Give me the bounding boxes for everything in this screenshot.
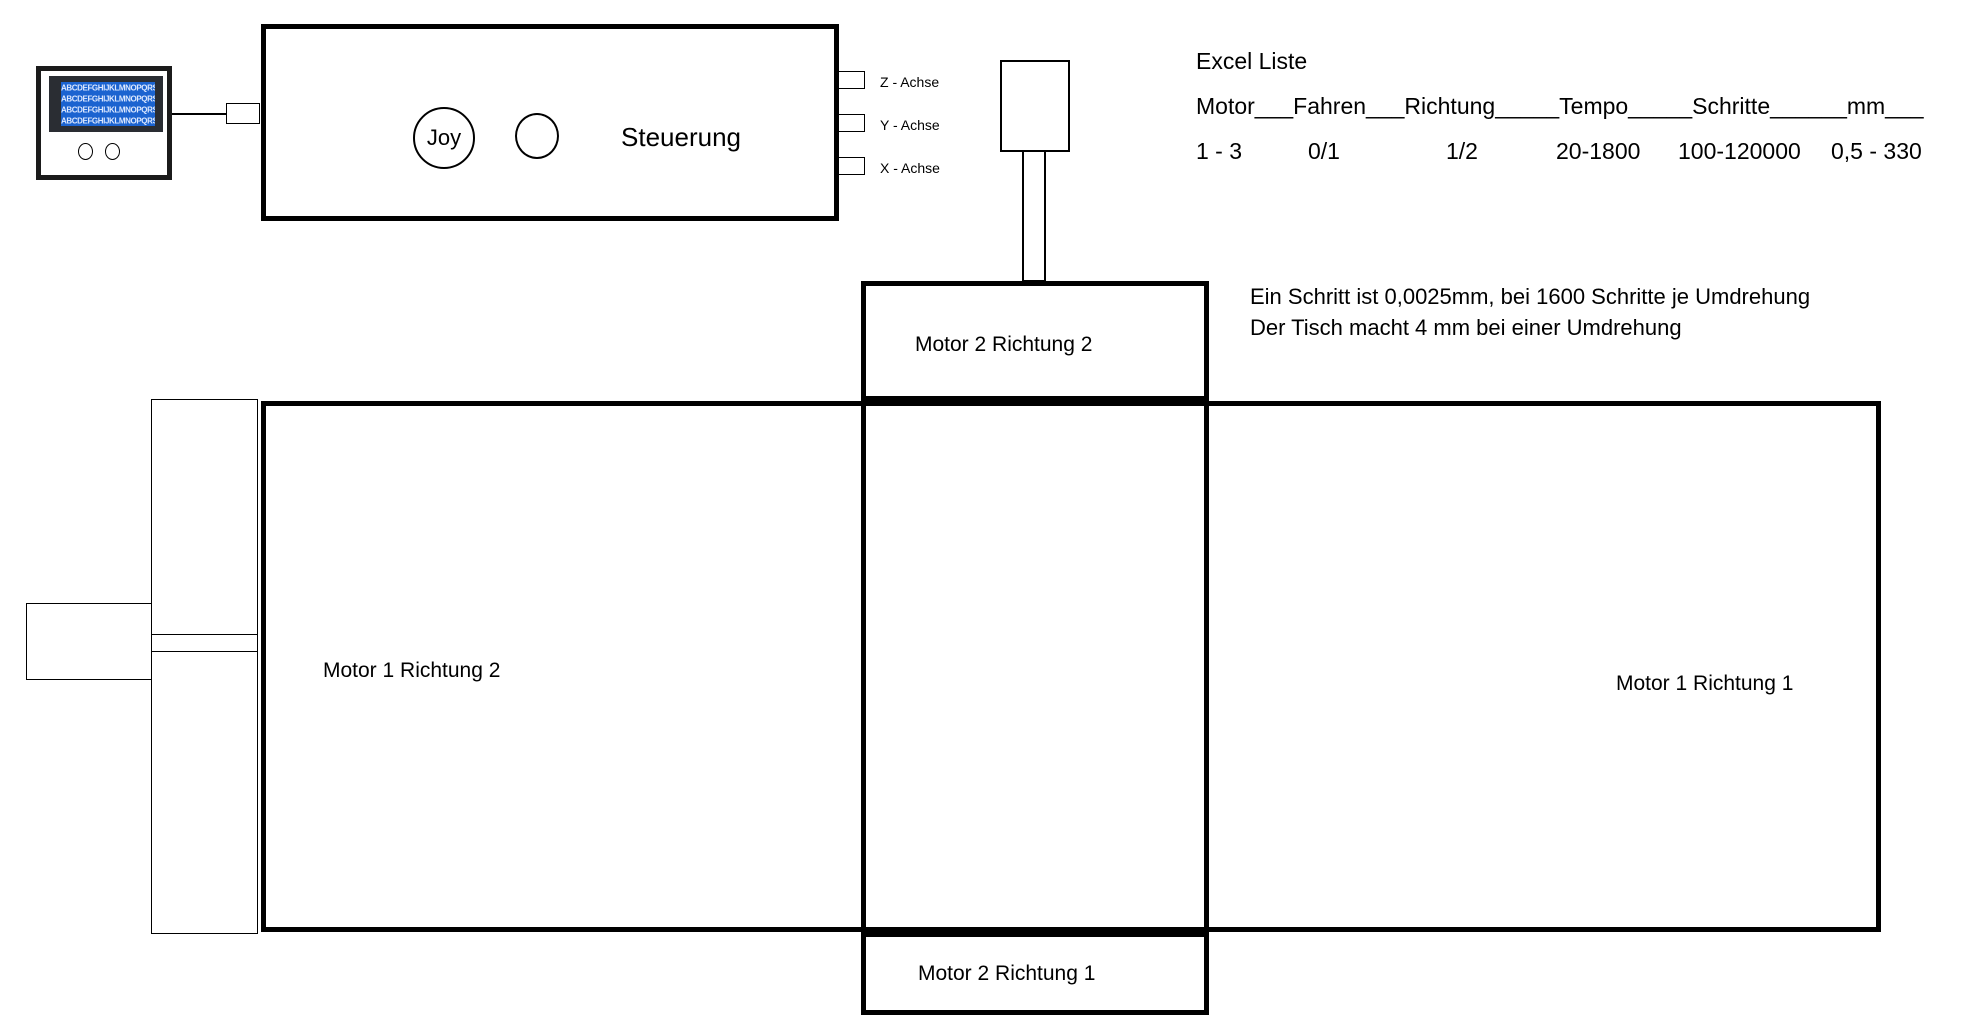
excel-value-tempo: 20-1800 [1556, 138, 1641, 164]
port-z-axis[interactable] [838, 71, 865, 89]
excel-list-values: 1 - 3 0/1 1/2 20-1800 100-120000 0,5 - 330 [1196, 140, 1924, 163]
carriage-arm [151, 634, 258, 652]
excel-value-mm: 0,5 - 330 [1831, 138, 1922, 164]
note-line-1: Ein Schritt ist 0,0025mm, bei 1600 Schri… [1250, 284, 1811, 309]
excel-value-richtung: 1/2 [1446, 138, 1478, 164]
motor-2-stepper-body [1000, 60, 1070, 152]
port-label-z-axis: Z - Achse [880, 74, 940, 90]
joystick-control[interactable]: Joy [413, 107, 475, 169]
note-line-2: Der Tisch macht 4 mm bei einer Umdrehung [1250, 315, 1682, 340]
lcd-bezel: ABCDEFGHIJKLMNOPQRST ABCDEFGHIJKLMNOPQRS… [49, 76, 163, 132]
excel-list-header: Motor___Fahren___Richtung_____Tempo_____… [1196, 93, 1924, 119]
excel-list-annotation: Excel Liste Motor___Fahren___Richtung___… [1196, 50, 1924, 163]
linear-rail [151, 399, 258, 934]
machine-table-outline [261, 401, 1881, 932]
lcd-text-line-2: ABCDEFGHIJKLMNOPQRST [61, 94, 155, 104]
handheld-terminal[interactable]: ABCDEFGHIJKLMNOPQRST ABCDEFGHIJKLMNOPQRS… [36, 66, 172, 180]
lcd-text-line-1: ABCDEFGHIJKLMNOPQRST [61, 83, 155, 93]
controller-box[interactable]: Joy Steuerung [261, 24, 839, 221]
motor-2-direction-1-label: Motor 2 Richtung 1 [918, 962, 1096, 985]
aux-knob-control[interactable] [515, 113, 559, 159]
motor-1-direction-1-label: Motor 1 Richtung 1 [1616, 672, 1794, 695]
port-label-x-axis: X - Achse [880, 160, 940, 176]
motor-2-shaft [1022, 152, 1046, 282]
port-y-axis[interactable] [838, 114, 865, 132]
excel-value-motor: 1 - 3 [1196, 138, 1243, 164]
table-divider-right [1204, 401, 1209, 932]
handheld-cable [172, 113, 226, 115]
motor-1-direction-2-label: Motor 1 Richtung 2 [323, 659, 501, 682]
motor-2-direction-2-label: Motor 2 Richtung 2 [915, 333, 1093, 356]
lcd-text-line-3: ABCDEFGHIJKLMNOPQRST [61, 105, 155, 115]
port-x-axis[interactable] [838, 157, 865, 175]
lcd-text-line-4: ABCDEFGHIJKLMNOPQRST [61, 116, 155, 126]
joystick-label: Joy [426, 125, 462, 150]
cable-plug-connector[interactable] [226, 103, 260, 124]
excel-list-title: Excel Liste [1196, 48, 1308, 74]
lcd-screen: ABCDEFGHIJKLMNOPQRST ABCDEFGHIJKLMNOPQRS… [61, 82, 155, 126]
excel-value-schritte: 100-120000 [1678, 138, 1801, 164]
controller-label: Steuerung [621, 122, 741, 152]
port-label-y-axis: Y - Achse [880, 117, 940, 133]
carriage-block [26, 603, 152, 680]
handheld-button-1[interactable] [78, 143, 93, 160]
excel-value-fahren: 0/1 [1308, 138, 1340, 164]
diagram-canvas: ABCDEFGHIJKLMNOPQRST ABCDEFGHIJKLMNOPQRS… [0, 0, 1973, 1029]
handheld-button-2[interactable] [105, 143, 120, 160]
table-divider-left [861, 401, 866, 932]
notes-annotation: Ein Schritt ist 0,0025mm, bei 1600 Schri… [1250, 281, 1810, 343]
